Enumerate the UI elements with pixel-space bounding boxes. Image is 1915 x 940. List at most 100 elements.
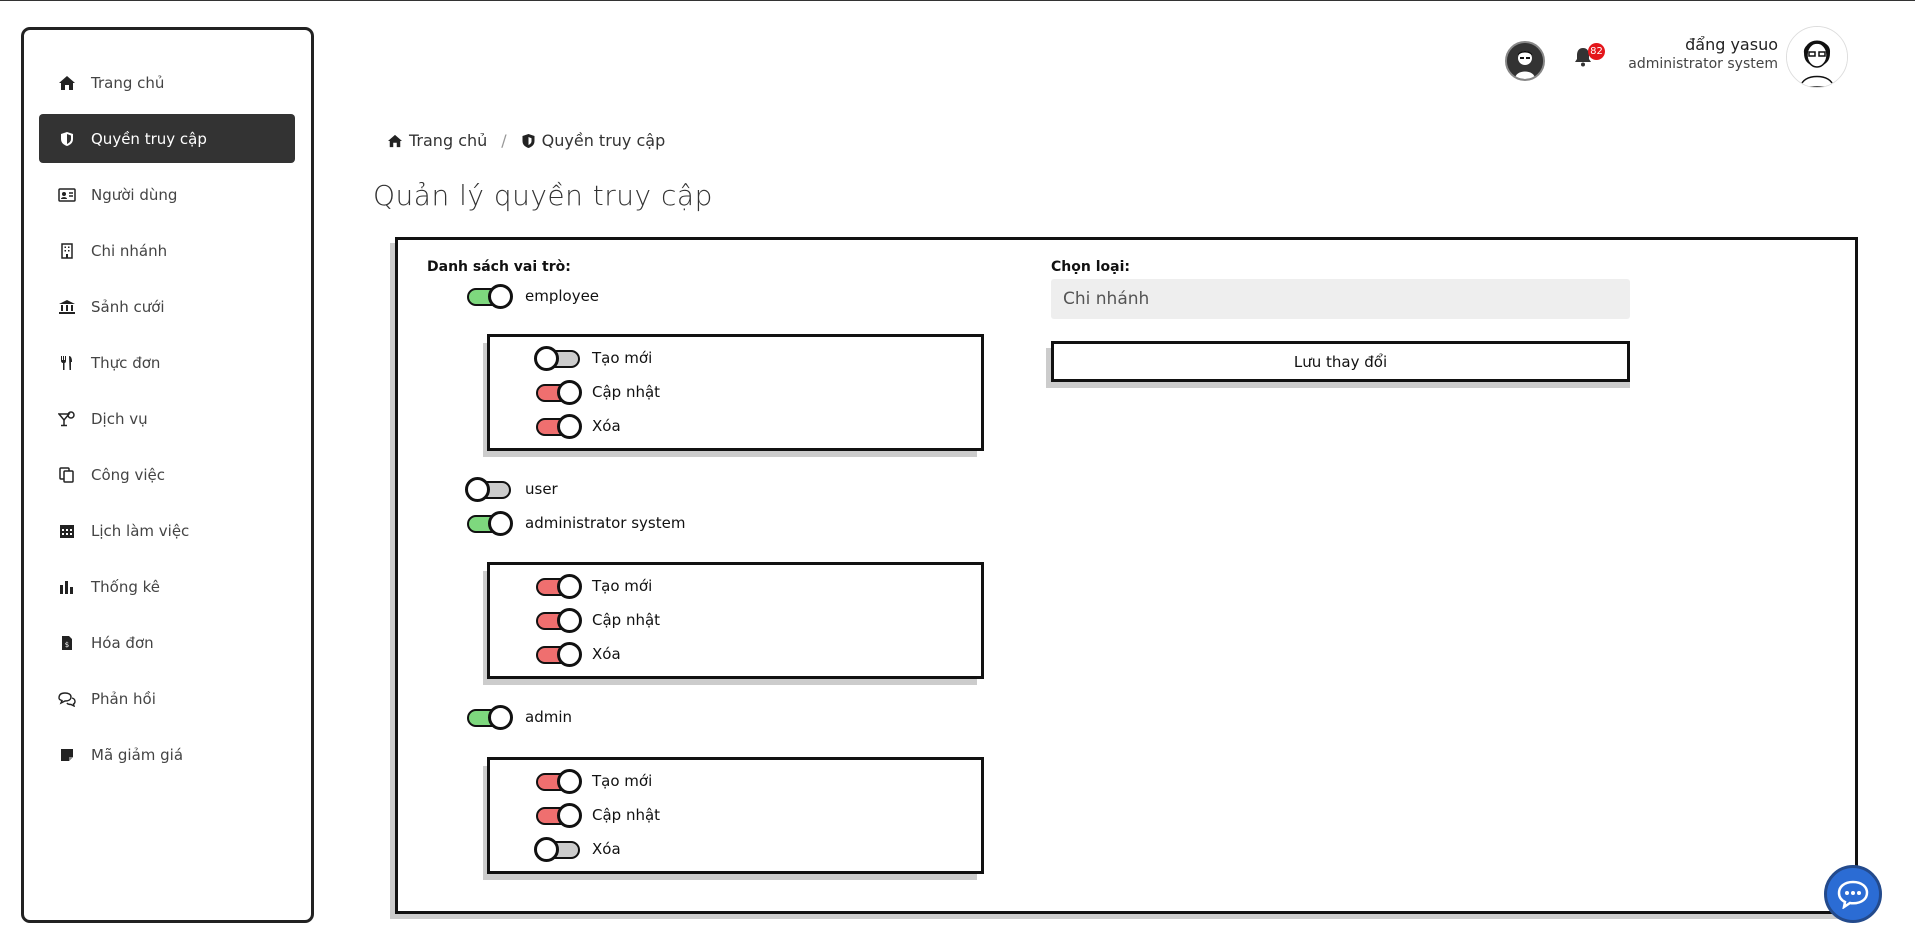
permission-label: Tạo mới (592, 772, 653, 790)
bar-chart-icon (57, 577, 77, 597)
svg-text:$: $ (65, 641, 69, 649)
sidebar-item-label: Quyền truy cập (91, 129, 207, 148)
chat-button[interactable] (1824, 865, 1882, 923)
sidebar-item-halls[interactable]: Sảnh cưới (39, 282, 295, 331)
sidebar-item-label: Công việc (91, 465, 165, 484)
type-select[interactable]: Chi nhánh (1051, 279, 1630, 319)
permission-toggle-update[interactable] (534, 379, 582, 405)
sidebar-item-label: Trang chủ (91, 73, 165, 92)
permission-label: Cập nhật (592, 806, 661, 824)
copy-icon (57, 465, 77, 485)
sidebar-item-label: Phản hồi (91, 689, 156, 708)
role-toggle-user[interactable] (465, 476, 513, 502)
permission-toggle-update[interactable] (534, 607, 582, 633)
page-title: Quản lý quyền truy cập (373, 179, 713, 212)
sidebar-item-tasks[interactable]: Công việc (39, 450, 295, 499)
sidebar-item-label: Lịch làm việc (91, 521, 190, 540)
sidebar: Trang chủ Quyền truy cập Người dùng Chi … (21, 27, 314, 923)
permission-update: Cập nhật (534, 607, 660, 633)
chat-icon (1837, 880, 1869, 909)
permission-label: Xóa (592, 417, 621, 435)
sidebar-item-menu[interactable]: Thực đơn (39, 338, 295, 387)
permission-update: Cập nhật (534, 802, 660, 828)
permission-toggle-update[interactable] (534, 802, 582, 828)
sidebar-item-statistics[interactable]: Thống kê (39, 562, 295, 611)
user-name: đẩng yasuo (1685, 35, 1778, 54)
role-name: user (525, 480, 558, 498)
permission-delete: Xóa (534, 413, 621, 439)
sidebar-item-feedback[interactable]: Phản hồi (39, 674, 295, 723)
sidebar-item-access[interactable]: Quyền truy cập (39, 114, 295, 163)
breadcrumb-separator: / (501, 131, 507, 150)
permission-create: Tạo mới (534, 573, 652, 599)
save-button[interactable]: Lưu thay đổi (1051, 341, 1630, 382)
role-employee: employee (465, 283, 599, 309)
permission-label: Tạo mới (592, 577, 653, 595)
cocktail-icon (57, 409, 77, 429)
permission-label: Xóa (592, 645, 621, 663)
sidebar-item-home[interactable]: Trang chủ (39, 58, 295, 107)
permission-label: Xóa (592, 840, 621, 858)
sidebar-item-label: Hóa đơn (91, 633, 154, 652)
role-user: user (465, 476, 558, 502)
home-icon (57, 73, 77, 93)
sidebar-item-label: Chi nhánh (91, 241, 168, 260)
permission-toggle-create[interactable] (534, 345, 582, 371)
permission-delete: Xóa (534, 641, 621, 667)
sidebar-item-invoices[interactable]: $ Hóa đơn (39, 618, 295, 667)
sidebar-item-services[interactable]: Dịch vụ (39, 394, 295, 443)
permission-label: Cập nhật (592, 611, 661, 629)
permission-toggle-delete[interactable] (534, 413, 582, 439)
sidebar-item-label: Thực đơn (91, 353, 161, 372)
notification-badge: 82 (1588, 43, 1605, 60)
role-admin: admin (465, 704, 572, 730)
sidebar-item-label: Người dùng (91, 185, 178, 204)
building-icon (57, 241, 77, 261)
role-name: administrator system (525, 514, 686, 532)
id-card-icon (57, 185, 77, 205)
sidebar-item-branches[interactable]: Chi nhánh (39, 226, 295, 275)
permission-toggle-delete[interactable] (534, 641, 582, 667)
invoice-icon: $ (57, 633, 77, 653)
permission-delete: Xóa (534, 836, 621, 862)
role-name: admin (525, 708, 572, 726)
permission-create: Tạo mới (534, 768, 652, 794)
permission-toggle-create[interactable] (534, 768, 582, 794)
sidebar-item-schedule[interactable]: Lịch làm việc (39, 506, 295, 555)
permission-box-administrator-system: Tạo mới Cập nhật Xóa (487, 562, 984, 679)
breadcrumb: Trang chủ / Quyền truy cập (387, 131, 665, 150)
sidebar-item-users[interactable]: Người dùng (39, 170, 295, 219)
permission-label: Cập nhật (592, 383, 661, 401)
calendar-icon (57, 521, 77, 541)
breadcrumb-current-label: Quyền truy cập (541, 131, 666, 150)
bank-icon (57, 297, 77, 317)
user-role: administrator system (1628, 56, 1778, 72)
sidebar-nav: Trang chủ Quyền truy cập Người dùng Chi … (39, 58, 295, 786)
sidebar-item-label: Thống kê (91, 577, 161, 596)
permission-toggle-create[interactable] (534, 573, 582, 599)
permission-update: Cập nhật (534, 379, 660, 405)
roles-label: Danh sách vai trò: (427, 259, 571, 275)
permission-create: Tạo mới (534, 345, 652, 371)
sidebar-item-label: Sảnh cưới (91, 297, 165, 316)
permission-box-employee: Tạo mới Cập nhật Xóa (487, 334, 984, 451)
shield-icon (522, 133, 535, 148)
permission-label: Tạo mới (592, 349, 653, 367)
role-toggle-employee[interactable] (465, 283, 513, 309)
utensils-icon (57, 353, 77, 373)
home-icon (388, 134, 402, 147)
sidebar-item-label: Dịch vụ (91, 409, 148, 428)
permission-toggle-delete[interactable] (534, 836, 582, 862)
breadcrumb-home-label: Trang chủ (409, 131, 488, 150)
type-select-label: Chọn loại: (1051, 259, 1130, 275)
shield-icon (57, 129, 77, 149)
sidebar-item-label: Mã giảm giá (91, 745, 184, 764)
avatar[interactable] (1786, 26, 1848, 88)
role-toggle-admin[interactable] (465, 704, 513, 730)
breadcrumb-home[interactable]: Trang chủ (387, 131, 487, 150)
role-toggle-administrator-system[interactable] (465, 510, 513, 536)
sidebar-item-coupons[interactable]: Mã giảm giá (39, 730, 295, 779)
avatar-small[interactable] (1505, 41, 1545, 81)
chat-bubbles-icon (57, 689, 77, 709)
note-icon (57, 745, 77, 765)
